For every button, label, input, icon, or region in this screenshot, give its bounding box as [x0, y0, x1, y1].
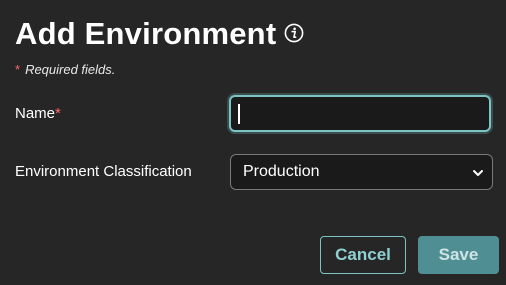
name-required-mark: *	[55, 105, 61, 122]
name-label-text: Name	[15, 105, 56, 122]
environment-classification-label: Environment Classification	[15, 163, 192, 180]
required-fields-note: * Required fields.	[15, 62, 115, 77]
info-icon[interactable]	[284, 23, 304, 43]
save-button[interactable]: Save	[418, 236, 499, 274]
cancel-button[interactable]: Cancel	[320, 236, 406, 274]
text-cursor	[238, 104, 240, 124]
add-environment-dialog: Add Environment * Required fields. Name * …	[0, 0, 506, 285]
selected-classification: Production	[243, 163, 320, 180]
required-star: *	[15, 62, 21, 77]
dialog-title: Add Environment	[15, 16, 277, 51]
required-note-text: Required fields.	[25, 62, 116, 77]
name-input[interactable]	[229, 95, 491, 132]
title-row: Add Environment	[15, 14, 304, 54]
chevron-down-icon	[472, 166, 484, 178]
environment-classification-select[interactable]: Production	[230, 154, 493, 190]
name-label: Name*	[15, 105, 61, 122]
